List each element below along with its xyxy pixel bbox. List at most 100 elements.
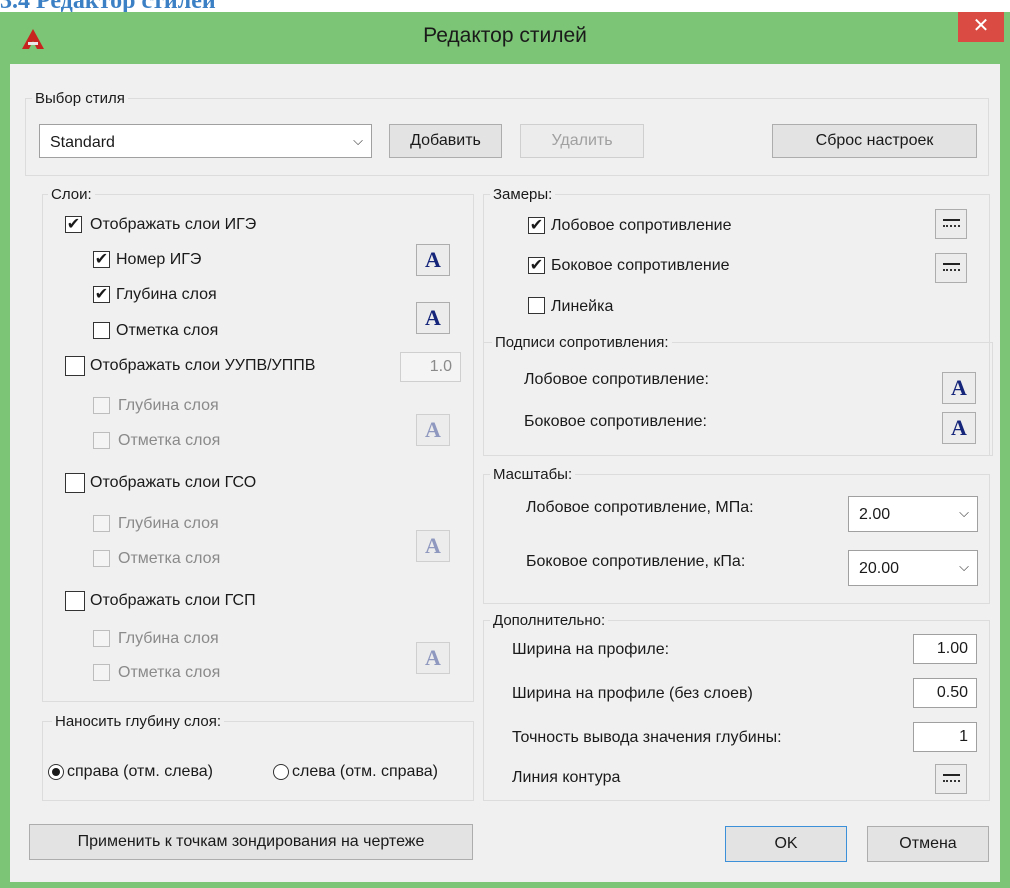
- measurements-label: Замеры:: [490, 186, 556, 204]
- ige-mark-label: Отметка слоя: [116, 322, 219, 339]
- frontal-label-text: Лобовое сопротивление:: [524, 371, 709, 388]
- close-button[interactable]: ✕: [958, 12, 1004, 42]
- lateral-resistance-checkbox[interactable]: ✔: [528, 257, 545, 274]
- precision-label: Точность вывода значения глубины:: [512, 729, 782, 746]
- lateral-linetype-button[interactable]: [935, 253, 967, 283]
- gso-mark-checkbox[interactable]: [93, 550, 110, 567]
- layers-group-label: Слои:: [48, 186, 95, 204]
- frontal-scale-select[interactable]: 2.00 ⌵: [848, 496, 978, 532]
- depth-side-label: Наносить глубину слоя:: [52, 713, 225, 731]
- ok-button[interactable]: OK: [725, 826, 847, 862]
- gso-depth-label: Глубина слоя: [118, 515, 219, 532]
- uupv-depth-label: Глубина слоя: [118, 397, 219, 414]
- gsp-depth-checkbox[interactable]: [93, 630, 110, 647]
- ruler-checkbox[interactable]: [528, 297, 545, 314]
- style-editor-window: Редактор стилей ✕ Выбор стиля Standard ⌵…: [0, 12, 1010, 888]
- uupv-depth-checkbox[interactable]: [93, 397, 110, 414]
- contour-linetype-button[interactable]: [935, 764, 967, 794]
- depth-left-label: слева (отм. справа): [292, 763, 438, 780]
- lateral-scale-label: Боковое сопротивление, кПа:: [526, 553, 746, 570]
- gsp-depth-label: Глубина слоя: [118, 630, 219, 647]
- chevron-down-icon: ⌵: [959, 505, 969, 520]
- reset-settings-button[interactable]: Сброс настроек: [772, 124, 977, 158]
- ige-depth-label: Глубина слоя: [116, 286, 217, 303]
- depth-side-group: [42, 721, 474, 801]
- ruler-label: Линейка: [551, 298, 614, 315]
- cancel-button[interactable]: Отмена: [867, 826, 989, 862]
- style-select[interactable]: Standard ⌵: [39, 124, 372, 158]
- gso-font-button[interactable]: A: [416, 530, 450, 562]
- ige-number-label: Номер ИГЭ: [116, 251, 202, 268]
- style-selection-label: Выбор стиля: [32, 90, 128, 108]
- gsp-mark-label: Отметка слоя: [118, 664, 221, 681]
- linetype-icon: [943, 774, 960, 776]
- add-style-button[interactable]: Добавить: [389, 124, 502, 158]
- font-style-icon: A: [425, 305, 441, 330]
- uupv-mark-checkbox[interactable]: [93, 432, 110, 449]
- background-heading: 3.4 Редактор стилей: [0, 0, 216, 14]
- lateral-scale-select[interactable]: 20.00 ⌵: [848, 550, 978, 586]
- gso-layers-checkbox[interactable]: [65, 473, 85, 493]
- ige-number-checkbox[interactable]: ✔: [93, 251, 110, 268]
- uupv-value-input[interactable]: 1.0: [400, 352, 461, 382]
- contour-line-label: Линия контура: [512, 769, 621, 786]
- additional-label: Дополнительно:: [490, 612, 609, 630]
- uupv-mark-label: Отметка слоя: [118, 432, 221, 449]
- frontal-resistance-label: Лобовое сопротивление: [551, 217, 732, 234]
- gsp-font-button[interactable]: A: [416, 642, 450, 674]
- ige-mark-checkbox[interactable]: [93, 322, 110, 339]
- frontal-linetype-button[interactable]: [935, 209, 967, 239]
- precision-input[interactable]: 1: [913, 722, 977, 752]
- scales-label: Масштабы:: [490, 466, 576, 484]
- ige-number-font-button[interactable]: A: [416, 244, 450, 276]
- uupv-font-button[interactable]: A: [416, 414, 450, 446]
- linetype-icon: [943, 263, 960, 265]
- depth-right-radio[interactable]: [48, 764, 64, 780]
- font-style-icon: A: [425, 417, 441, 442]
- depth-right-label: справа (отм. слева): [67, 763, 213, 780]
- linetype-icon: [943, 219, 960, 221]
- delete-style-button[interactable]: Удалить: [520, 124, 644, 158]
- lateral-label-text: Боковое сопротивление:: [524, 413, 707, 430]
- window-title: Редактор стилей: [423, 24, 587, 47]
- ige-layers-label: Отображать слои ИГЭ: [90, 216, 257, 233]
- width-input[interactable]: 1.00: [913, 634, 977, 664]
- gso-layers-label: Отображать слои ГСО: [90, 474, 257, 491]
- resistance-labels-label: Подписи сопротивления:: [492, 334, 672, 352]
- gsp-layers-label: Отображать слои ГСП: [90, 592, 256, 609]
- ige-depth-font-button[interactable]: A: [416, 302, 450, 334]
- lateral-resistance-label: Боковое сопротивление: [551, 257, 730, 274]
- apply-to-points-button[interactable]: Применить к точкам зондирования на черте…: [29, 824, 473, 860]
- uupv-layers-label: Отображать слои УУПВ/УППВ: [90, 357, 316, 374]
- style-select-value: Standard: [50, 134, 115, 151]
- uupv-layers-checkbox[interactable]: [65, 356, 85, 376]
- ige-layers-checkbox[interactable]: ✔: [65, 216, 82, 233]
- chevron-down-icon: ⌵: [959, 559, 969, 574]
- chevron-down-icon: ⌵: [353, 133, 363, 148]
- title-bar[interactable]: Редактор стилей ✕: [0, 12, 1010, 64]
- frontal-scale-value: 2.00: [859, 506, 891, 523]
- radio-selected-dot: [52, 768, 60, 776]
- font-style-icon: A: [425, 533, 441, 558]
- ige-depth-checkbox[interactable]: ✔: [93, 286, 110, 303]
- frontal-scale-label: Лобовое сопротивление, МПа:: [526, 499, 754, 516]
- font-style-icon: A: [425, 645, 441, 670]
- frontal-resistance-checkbox[interactable]: ✔: [528, 217, 545, 234]
- depth-left-radio[interactable]: [273, 764, 289, 780]
- gso-mark-label: Отметка слоя: [118, 550, 221, 567]
- font-style-icon: A: [951, 415, 967, 440]
- width-label: Ширина на профиле:: [512, 641, 670, 658]
- lateral-label-font-button[interactable]: A: [942, 412, 976, 444]
- lateral-scale-value: 20.00: [859, 560, 900, 577]
- dialog-client-area: Выбор стиля Standard ⌵ Добавить Удалить …: [10, 64, 1000, 882]
- close-icon: ✕: [972, 15, 990, 37]
- font-style-icon: A: [951, 375, 967, 400]
- resistance-labels-group: [483, 342, 993, 456]
- gso-depth-checkbox[interactable]: [93, 515, 110, 532]
- font-style-icon: A: [425, 247, 441, 272]
- width-no-layers-input[interactable]: 0.50: [913, 678, 977, 708]
- gsp-mark-checkbox[interactable]: [93, 664, 110, 681]
- gsp-layers-checkbox[interactable]: [65, 591, 85, 611]
- frontal-label-font-button[interactable]: A: [942, 372, 976, 404]
- width-no-layers-label: Ширина на профиле (без слоев): [512, 685, 753, 702]
